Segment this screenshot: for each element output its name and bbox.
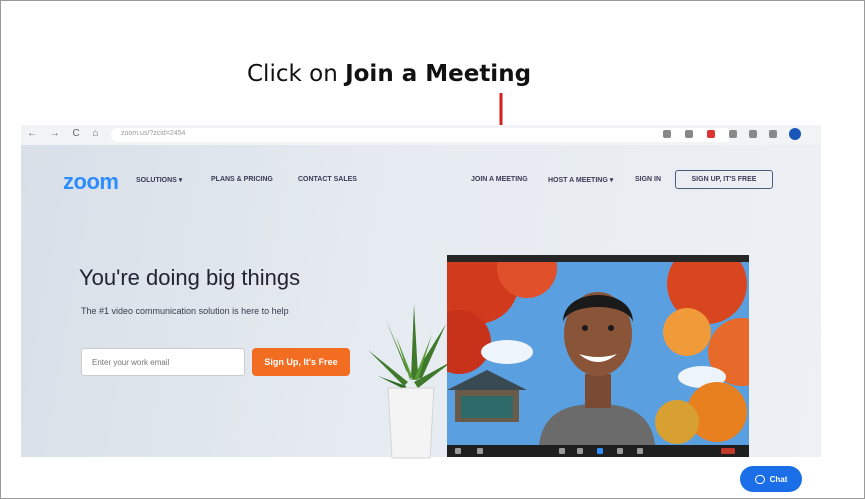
browser-toolbar: ← → C ⌂ zoom.us/?zcid=2454 (21, 125, 821, 145)
video-call-preview (447, 255, 749, 457)
reactions-icon[interactable] (637, 448, 643, 454)
chat-button[interactable]: Chat (740, 466, 802, 492)
extension-icon[interactable] (729, 130, 737, 138)
end-call-icon[interactable] (721, 448, 735, 454)
url-text: zoom.us/?zcid=2454 (121, 130, 186, 137)
chat-bubble-icon (754, 474, 765, 484)
email-input[interactable] (81, 348, 245, 376)
instruction-target: Join a Meeting (345, 61, 532, 87)
video-icon[interactable] (477, 448, 483, 454)
participants-icon[interactable] (577, 448, 583, 454)
video-controls-bar (447, 445, 749, 457)
profile-avatar[interactable] (789, 128, 801, 140)
nav-plans-pricing[interactable]: PLANS & PRICING (211, 176, 273, 183)
security-icon[interactable] (559, 448, 565, 454)
extension-icon[interactable] (769, 130, 777, 138)
instruction-caption: Click on Join a Meeting (247, 61, 531, 87)
browser-nav-buttons[interactable]: ← → C ⌂ (27, 128, 104, 139)
extension-icon[interactable] (663, 130, 671, 138)
signup-button[interactable]: Sign Up, It's Free (252, 348, 350, 376)
address-bar[interactable]: zoom.us/?zcid=2454 (111, 128, 731, 142)
extension-icon[interactable] (707, 130, 715, 138)
zoom-homepage: zoom SOLUTIONS ▾ PLANS & PRICING CONTACT… (21, 145, 821, 459)
chat-label: Chat (769, 474, 788, 484)
extension-icon[interactable] (749, 130, 757, 138)
record-icon[interactable] (617, 448, 623, 454)
share-screen-icon[interactable] (597, 448, 603, 454)
nav-contact-sales[interactable]: CONTACT SALES (298, 176, 357, 183)
signup-free-button[interactable]: SIGN UP, IT'S FREE (675, 170, 773, 189)
plant-illustration (368, 304, 454, 459)
extension-icon[interactable] (685, 130, 693, 138)
mute-icon[interactable] (455, 448, 461, 454)
hero-subhead: The #1 video communication solution is h… (81, 306, 289, 316)
nav-host-meeting[interactable]: HOST A MEETING ▾ (548, 176, 613, 184)
nav-join-meeting[interactable]: JOIN A MEETING (471, 176, 528, 183)
nav-sign-in[interactable]: SIGN IN (635, 176, 661, 183)
video-titlebar (447, 255, 749, 262)
hero-headline: You're doing big things (79, 265, 301, 290)
instruction-prefix: Click on (247, 61, 346, 87)
tutorial-frame: Click on Join a Meeting ← → C ⌂ zoom.us/… (0, 0, 865, 499)
nav-solutions[interactable]: SOLUTIONS ▾ (136, 176, 182, 184)
zoom-logo[interactable]: zoom (63, 169, 119, 195)
video-scene (447, 262, 749, 445)
